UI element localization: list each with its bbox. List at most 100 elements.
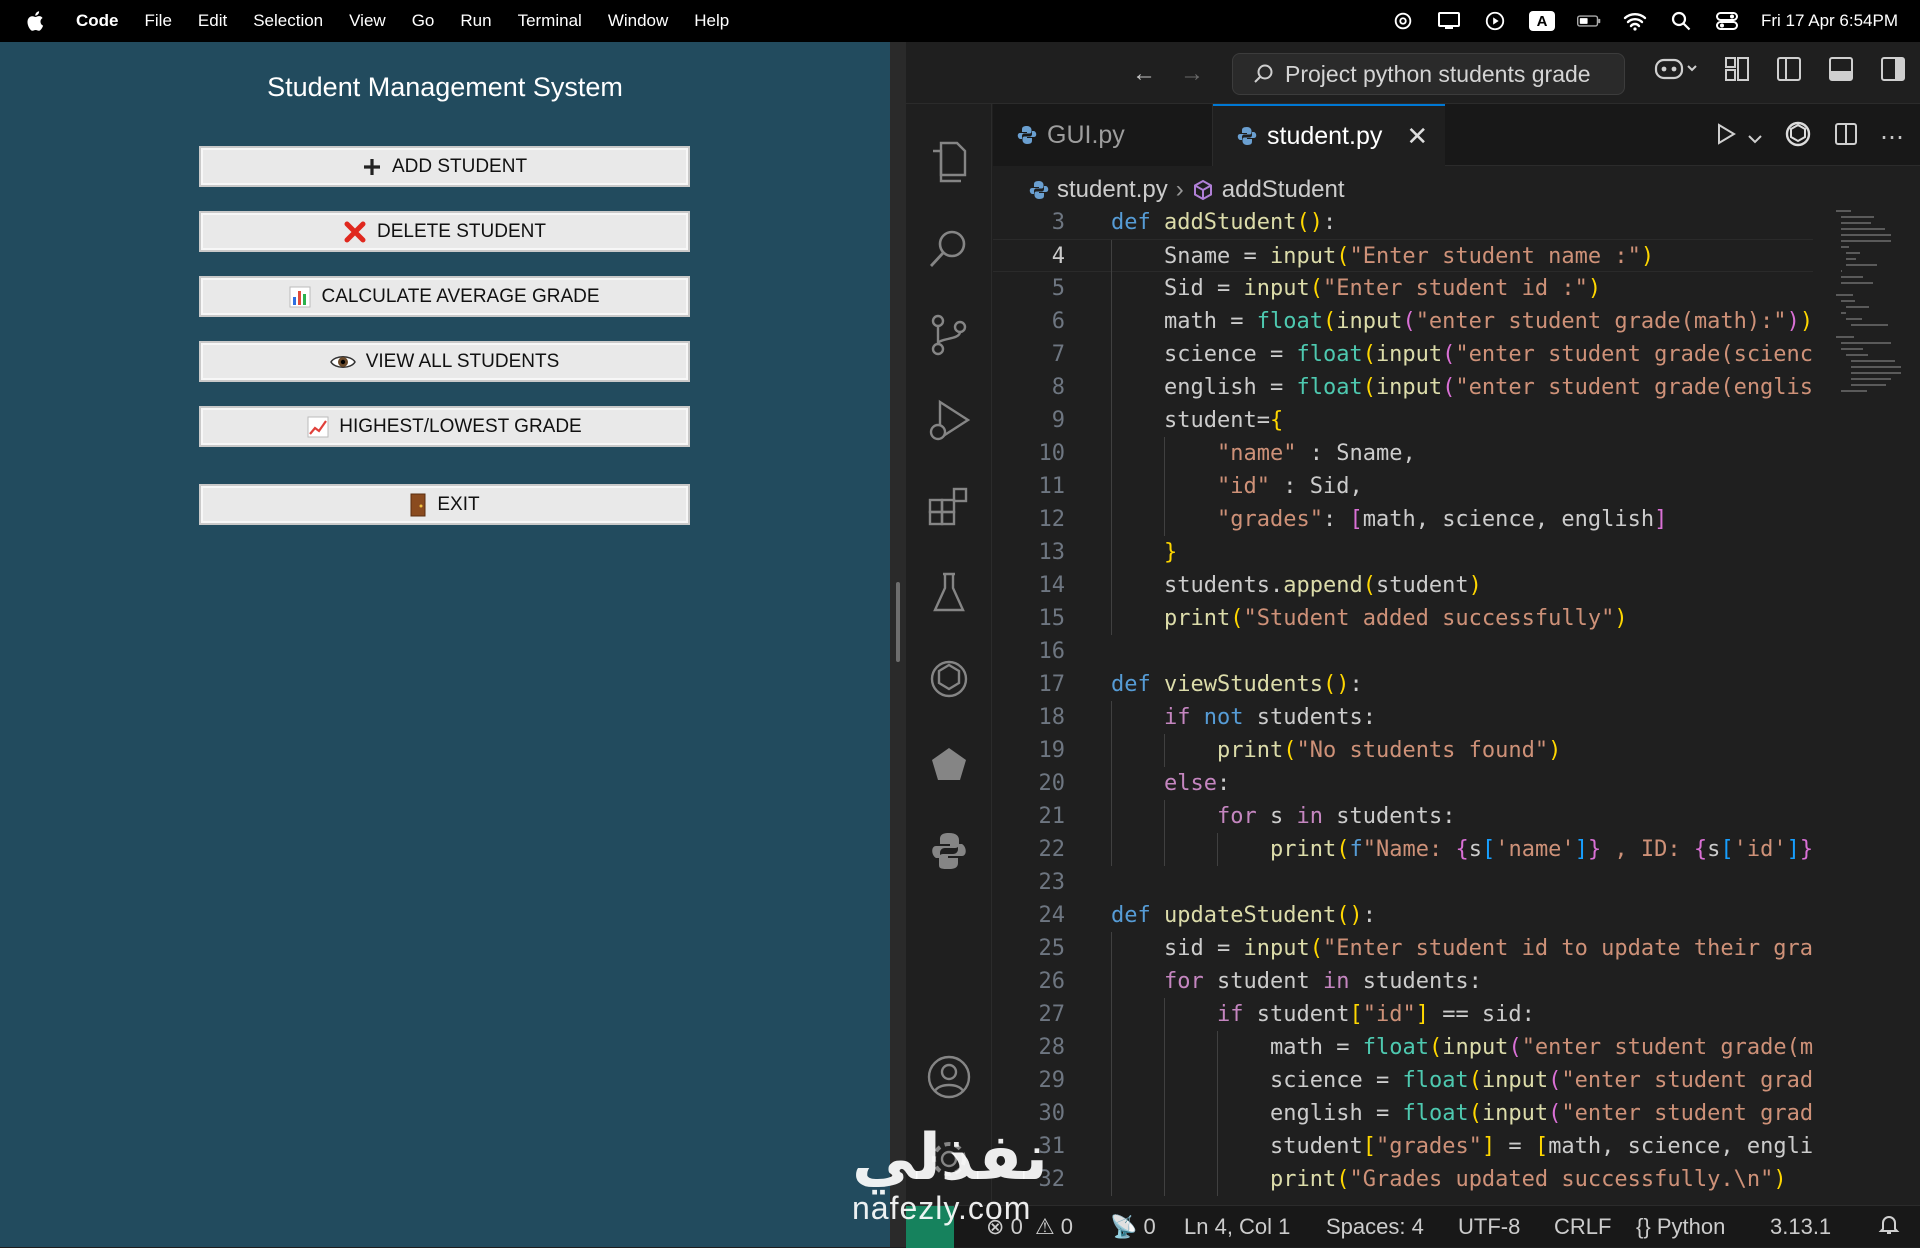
code-line[interactable]: 22 print(f"Name: {s['name']} , ID: {s['id… [993,833,1813,866]
menu-selection[interactable]: Selection [253,11,323,31]
menu-file[interactable]: File [145,11,172,31]
chatgpt-icon[interactable] [924,654,974,704]
ports-indicator[interactable]: 📡 0 [1110,1214,1156,1240]
code-editor[interactable]: 3 def addStudent(): 4 Sname = input("Enter … [993,206,1813,1196]
run-dropdown-chevron-icon[interactable] [1748,124,1762,150]
close-tab-icon[interactable]: ✕ [1406,121,1428,152]
code-line[interactable]: 32 print("Grades updated successfully.\n"… [993,1163,1813,1196]
line-source: def addStudent(): [1111,210,1337,235]
notifications-bell-icon[interactable] [1878,1214,1900,1242]
copilot-icon[interactable] [1654,56,1698,87]
code-line[interactable]: 16 [993,635,1813,668]
control-center-icon[interactable] [1715,10,1739,32]
code-line[interactable]: 28 math = float(input("enter student grad… [993,1031,1813,1064]
input-source-badge[interactable]: A [1528,11,1555,31]
menu-go[interactable]: Go [412,11,435,31]
search-view-icon[interactable] [924,224,974,274]
encoding[interactable]: UTF-8 [1458,1214,1520,1240]
code-line[interactable]: 21 for s in students: [993,800,1813,833]
code-line[interactable]: 14 students.append(student) [993,569,1813,602]
code-line[interactable]: 18 if not students: [993,701,1813,734]
indent-guide [1111,240,1112,273]
code-line[interactable]: 20 else: [993,767,1813,800]
code-line[interactable]: 26 for student in students: [993,965,1813,998]
apple-logo-icon[interactable] [24,9,48,33]
minimap-line [1841,282,1873,284]
explorer-icon[interactable] [924,138,974,188]
code-line[interactable]: 23 [993,866,1813,899]
code-line[interactable]: 6 math = float(input("enter student grade… [993,305,1813,338]
chatgpt-editor-icon[interactable] [1784,120,1812,154]
display-icon[interactable] [1437,10,1461,32]
tab-gui-py[interactable]: GUI.py [993,104,1213,166]
code-line[interactable]: 24 def updateStudent(): [993,899,1813,932]
extensions-icon[interactable] [924,482,974,532]
breadcrumb-file[interactable]: student.py [1057,176,1168,204]
menu-edit[interactable]: Edit [198,11,227,31]
forward-arrow-icon[interactable]: → [1180,60,1204,88]
highest-lowest-grade-button[interactable]: HIGHEST/LOWEST GRADE [199,406,690,447]
divider-grip[interactable] [896,582,900,662]
code-line[interactable]: 13} [993,536,1813,569]
code-line[interactable]: 25 sid = input("Enter student id to updat… [993,932,1813,965]
toggle-panel-icon[interactable] [1828,56,1854,87]
menubar-app-name[interactable]: Code [76,11,119,31]
code-line[interactable]: 3 def addStudent(): [993,206,1813,239]
code-line[interactable]: 9 student={ [993,404,1813,437]
menubar-clock[interactable]: Fri 17 Apr 6:54PM [1761,11,1898,31]
add-student-button[interactable]: ADD STUDENT [199,146,690,187]
end-of-line[interactable]: CRLF [1554,1214,1611,1240]
window-split-divider[interactable] [890,42,906,1247]
delete-student-button[interactable]: DELETE STUDENT [199,211,690,252]
toggle-primary-sidebar-icon[interactable] [1776,56,1802,87]
code-line[interactable]: 4 Sname = input("Enter student name :") [993,239,1813,273]
back-arrow-icon[interactable]: ← [1132,60,1156,88]
customize-layout-icon[interactable] [1724,56,1750,87]
cursor-position[interactable]: Ln 4, Col 1 [1184,1214,1290,1240]
indentation[interactable]: Spaces: 4 [1326,1214,1424,1240]
code-line[interactable]: 17 def viewStudents(): [993,668,1813,701]
menu-window[interactable]: Window [608,11,668,31]
menu-help[interactable]: Help [694,11,729,31]
python-version[interactable]: 3.13.1 [1770,1214,1831,1240]
accounts-icon[interactable] [924,1052,974,1102]
breadcrumb-symbol[interactable]: addStudent [1222,176,1345,204]
code-line[interactable]: 31 student["grades"] = [math, science, en… [993,1130,1813,1163]
view-all-students-button[interactable]: VIEW ALL STUDENTS [199,341,690,382]
line-source: math = float(input("enter student grade(… [1164,309,1813,334]
wifi-icon[interactable] [1623,10,1647,32]
exit-button[interactable]: EXIT [199,484,690,525]
minimap[interactable] [1832,206,1910,506]
more-actions-icon[interactable]: ⋯ [1880,123,1904,152]
run-and-debug-icon[interactable] [924,396,974,446]
run-python-file-icon[interactable] [1714,122,1738,152]
split-editor-icon[interactable] [1834,122,1858,152]
openai-status-icon[interactable] [1391,10,1415,32]
calculate-average-button[interactable]: CALCULATE AVERAGE GRADE [199,276,690,317]
code-line[interactable]: 15 print("Student added successfully") [993,602,1813,635]
tab-student-py[interactable]: student.py ✕ [1213,104,1445,166]
spotlight-search-icon[interactable] [1669,10,1693,32]
code-line[interactable]: 7 science = float(input("enter student gr… [993,338,1813,371]
code-line[interactable]: 10 "name" : Sname, [993,437,1813,470]
source-control-icon[interactable] [924,310,974,360]
toggle-secondary-sidebar-icon[interactable] [1880,56,1906,87]
python-extension-icon[interactable] [924,826,974,876]
battery-icon[interactable] [1576,10,1601,32]
command-center-search[interactable]: Project python students grade [1232,53,1625,95]
menu-view[interactable]: View [349,11,386,31]
menu-terminal[interactable]: Terminal [518,11,582,31]
code-line[interactable]: 5 Sid = input("Enter student id :") [993,272,1813,305]
menu-run[interactable]: Run [460,11,491,31]
code-line[interactable]: 29 science = float(input("enter student g… [993,1064,1813,1097]
testing-flask-icon[interactable] [924,568,974,618]
code-line[interactable]: 12 "grades": [math, science, english] [993,503,1813,536]
code-line[interactable]: 19 print("No students found") [993,734,1813,767]
play-circle-icon[interactable] [1483,10,1507,32]
code-line[interactable]: 30 english = float(input("enter student g… [993,1097,1813,1130]
language-mode[interactable]: {} Python [1636,1214,1725,1240]
code-line[interactable]: 11 "id" : Sid, [993,470,1813,503]
pentagon-extension-icon[interactable] [924,740,974,790]
code-line[interactable]: 8 english = float(input("enter student gr… [993,371,1813,404]
code-line[interactable]: 27 if student["id"] == sid: [993,998,1813,1031]
